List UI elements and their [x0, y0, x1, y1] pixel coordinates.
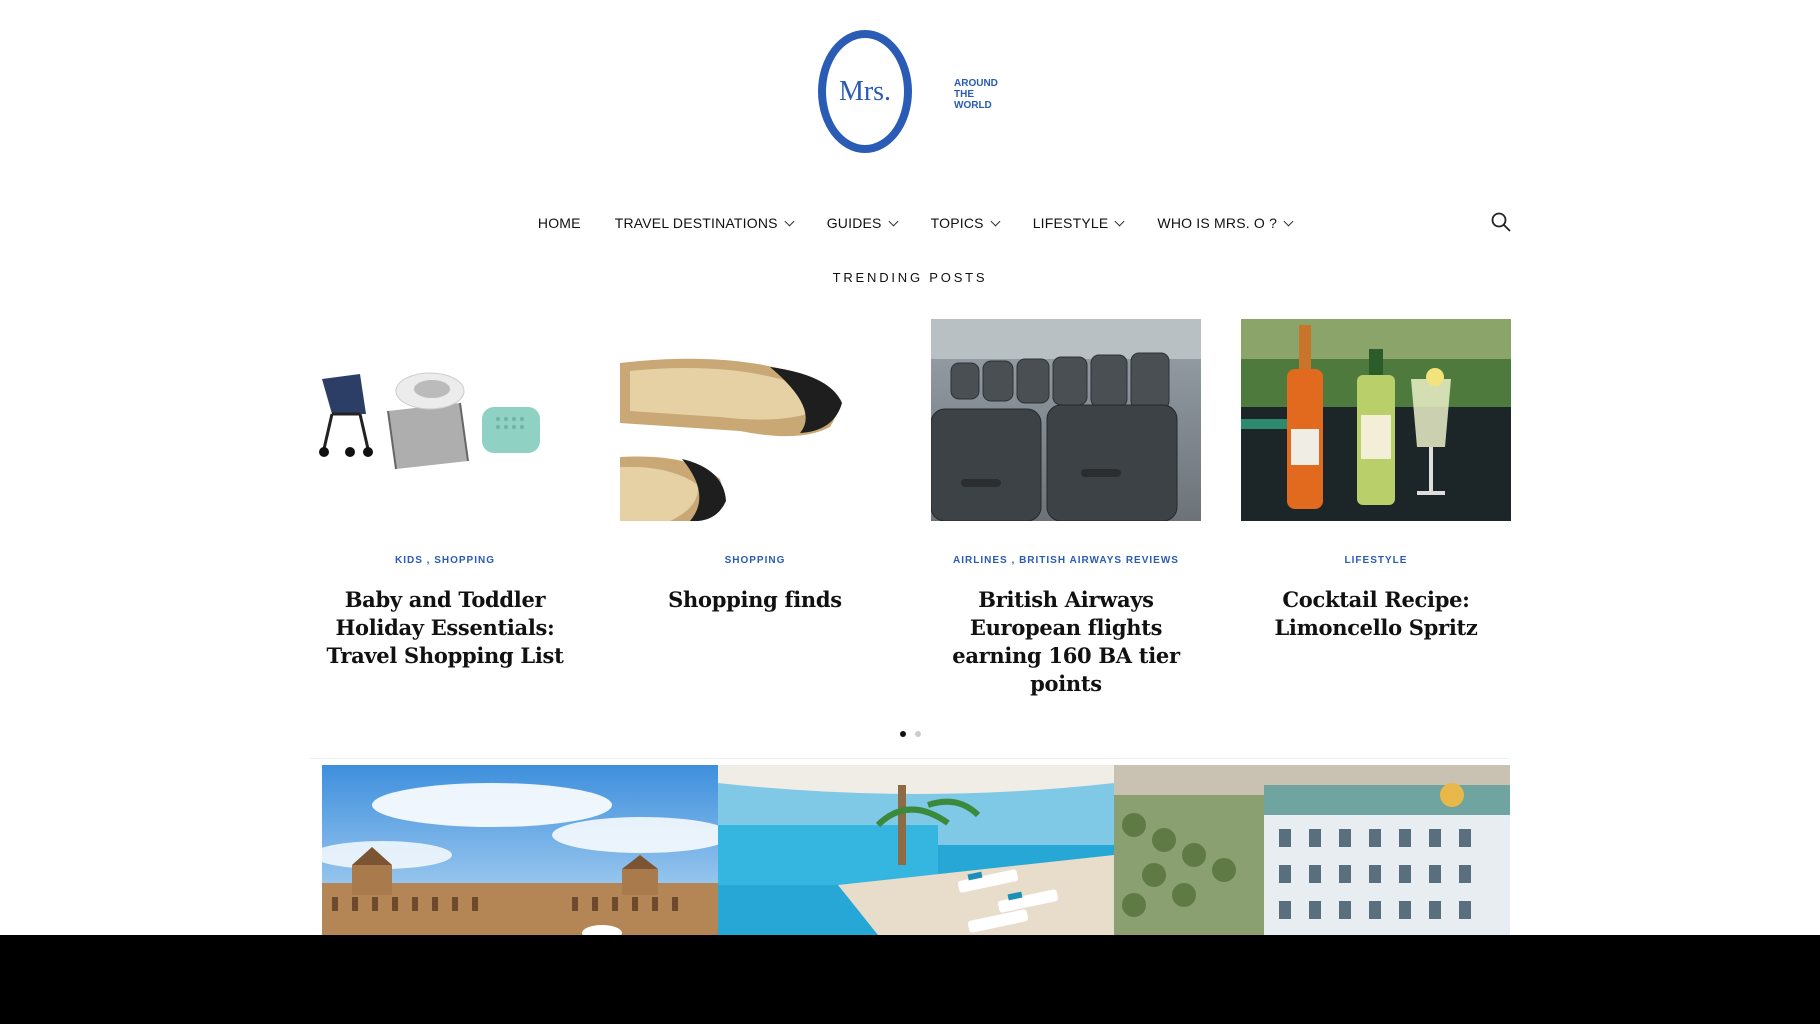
nav-item-label: WHO IS MRS. O ?: [1157, 215, 1278, 231]
card-title[interactable]: Baby and Toddler Holiday Essentials: Tra…: [310, 586, 580, 670]
trending-card[interactable]: LIFESTYLE Cocktail Recipe: Limoncello Sp…: [1241, 319, 1511, 642]
search-icon: [1491, 212, 1511, 232]
category-link[interactable]: SHOPPING: [725, 555, 786, 566]
logo-tagline: AROUND THE WORLD: [954, 78, 998, 111]
logo-tagline-line: WORLD: [954, 100, 992, 111]
nav-item-who-is-mrs-o[interactable]: WHO IS MRS. O ?: [1157, 215, 1294, 231]
category-link[interactable]: BRITISH AIRWAYS REVIEWS: [1012, 555, 1179, 566]
chevron-down-icon: [888, 216, 899, 226]
chevron-down-icon: [990, 216, 1001, 226]
chevron-down-icon: [1114, 216, 1125, 226]
video-letterbox-bar: [0, 935, 1820, 1024]
card-title[interactable]: British Airways European flights earning…: [931, 586, 1201, 698]
feature-image-plaza-de-espana[interactable]: [322, 765, 718, 935]
card-image-baby-essentials[interactable]: [310, 319, 580, 521]
logo-tagline-line: THE: [954, 89, 974, 100]
nav-item-topics[interactable]: TOPICS: [930, 215, 1001, 231]
nav-item-guides[interactable]: GUIDES: [826, 215, 899, 231]
category-link[interactable]: SHOPPING: [427, 555, 495, 566]
logo-mrs-text: Mrs.: [838, 76, 892, 107]
section-divider: [310, 758, 1510, 759]
card-categories: LIFESTYLE: [1241, 555, 1511, 566]
category-link[interactable]: KIDS: [395, 555, 423, 566]
carousel-dot[interactable]: [899, 731, 906, 737]
card-categories: KIDS SHOPPING: [310, 555, 580, 566]
trending-card[interactable]: AIRLINES BRITISH AIRWAYS REVIEWS British…: [931, 319, 1201, 698]
logo-tagline-line: AROUND: [954, 78, 998, 89]
card-categories: SHOPPING: [620, 555, 890, 566]
card-categories: AIRLINES BRITISH AIRWAYS REVIEWS: [931, 555, 1201, 566]
carousel-dot[interactable]: [914, 731, 921, 737]
nav-item-label: LIFESTYLE: [1032, 215, 1109, 231]
chevron-down-icon: [1283, 216, 1294, 226]
card-image-airline-seats[interactable]: [931, 319, 1201, 521]
carousel-dots: [0, 731, 1820, 737]
card-image-shopping-finds[interactable]: [620, 319, 890, 521]
category-link[interactable]: AIRLINES: [953, 555, 1008, 566]
feature-image-atlantic-hotel[interactable]: [1114, 765, 1510, 935]
trending-card[interactable]: SHOPPING Shopping finds: [620, 319, 890, 614]
chevron-down-icon: [784, 216, 795, 226]
feature-image-beach-resort[interactable]: [718, 765, 1114, 935]
main-nav: HOME TRAVEL DESTINATIONS GUIDES TOPICS L…: [0, 210, 1820, 236]
nav-item-lifestyle[interactable]: LIFESTYLE: [1032, 215, 1125, 231]
nav-item-travel-destinations[interactable]: TRAVEL DESTINATIONS: [614, 215, 795, 231]
card-title[interactable]: Shopping finds: [620, 586, 890, 614]
trending-heading: TRENDING POSTS: [832, 270, 988, 285]
nav-item-label: HOME: [537, 215, 581, 231]
nav-item-label: TOPICS: [930, 215, 984, 231]
nav-item-home[interactable]: HOME: [538, 215, 581, 231]
trending-card[interactable]: KIDS SHOPPING Baby and Toddler Holiday E…: [310, 319, 580, 670]
nav-item-label: GUIDES: [826, 215, 882, 231]
card-title[interactable]: Cocktail Recipe: Limoncello Spritz: [1241, 586, 1511, 642]
category-link[interactable]: LIFESTYLE: [1345, 555, 1408, 566]
search-button[interactable]: [1490, 211, 1512, 233]
page: Mrs. AROUND THE WORLD HOME TRAVEL DESTIN…: [0, 0, 1820, 935]
card-image-limoncello-spritz[interactable]: [1241, 319, 1511, 521]
nav-item-label: TRAVEL DESTINATIONS: [614, 215, 778, 231]
site-logo[interactable]: Mrs. AROUND THE WORLD: [818, 30, 1008, 156]
